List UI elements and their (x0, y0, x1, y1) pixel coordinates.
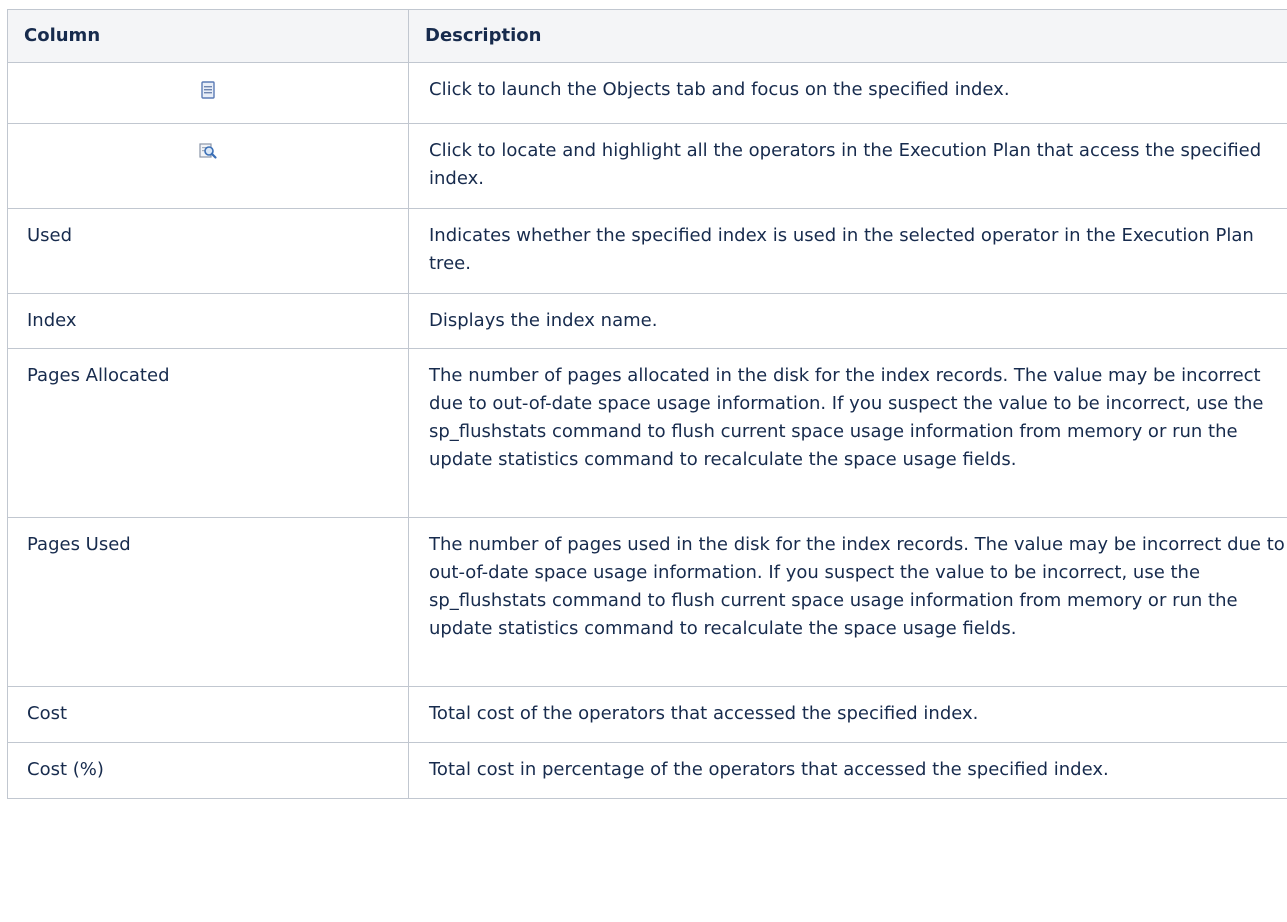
description-cell: Indicates whether the specified index is… (408, 208, 1287, 294)
column-cell: Cost (7, 686, 409, 743)
table-row: Click to locate and highlight all the op… (7, 123, 1287, 209)
column-cell: Index (7, 293, 409, 349)
columns-description-table: Column Description Click to launch the O… (7, 9, 1287, 799)
description-cell: Total cost in percentage of the operator… (408, 742, 1287, 799)
table-row: Used Indicates whether the specified ind… (7, 208, 1287, 294)
column-cell: Pages Used (7, 517, 409, 687)
table-row: Cost (%) Total cost in percentage of the… (7, 742, 1287, 799)
column-header: Column (7, 9, 409, 63)
locate-zoom-icon[interactable] (198, 141, 218, 161)
description-header: Description (408, 9, 1287, 63)
column-cell: Used (7, 208, 409, 294)
description-cell: Click to locate and highlight all the op… (408, 123, 1287, 209)
column-cell: Cost (%) (7, 742, 409, 799)
column-cell: Pages Allocated (7, 348, 409, 518)
description-cell: The number of pages used in the disk for… (408, 517, 1287, 687)
column-cell (7, 62, 409, 124)
column-cell (7, 123, 409, 209)
table-row: Index Displays the index name. (7, 293, 1287, 349)
documentation-table-container: Column Description Click to launch the O… (0, 0, 1287, 799)
description-cell: The number of pages allocated in the dis… (408, 348, 1287, 518)
object-properties-icon[interactable] (198, 80, 218, 100)
table-row: Pages Used The number of pages used in t… (7, 517, 1287, 687)
table-header-row: Column Description (7, 9, 1287, 63)
table-row: Pages Allocated The number of pages allo… (7, 348, 1287, 518)
table-row: Cost Total cost of the operators that ac… (7, 686, 1287, 743)
description-cell: Click to launch the Objects tab and focu… (408, 62, 1287, 124)
description-cell: Total cost of the operators that accesse… (408, 686, 1287, 743)
description-cell: Displays the index name. (408, 293, 1287, 349)
table-row: Click to launch the Objects tab and focu… (7, 62, 1287, 124)
